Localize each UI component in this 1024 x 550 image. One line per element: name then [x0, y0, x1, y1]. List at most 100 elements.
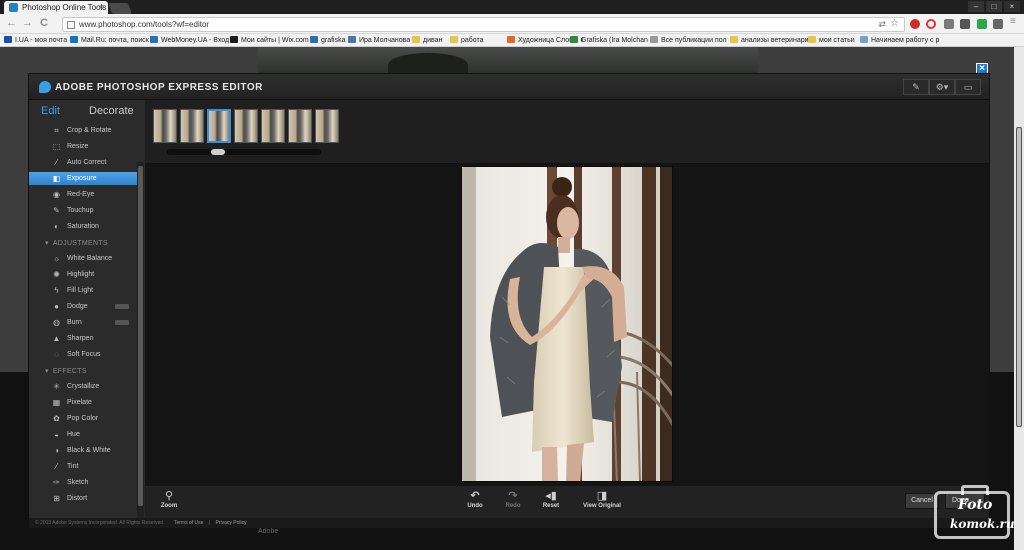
- terms-link[interactable]: Terms of Use: [174, 520, 203, 526]
- section-header[interactable]: EFFECTS: [45, 367, 87, 375]
- undo-button[interactable]: ↶ Undo: [463, 490, 487, 509]
- watermark-line2: komok.ru: [950, 517, 1015, 531]
- bookmark-item[interactable]: диван: [412, 36, 442, 44]
- tool-distort[interactable]: ⊞ Distort: [29, 492, 137, 505]
- minimize-button[interactable]: –: [968, 1, 984, 12]
- tool-crop-rotate[interactable]: ⌗ Crop & Rotate: [29, 124, 137, 137]
- tool-highlight[interactable]: ✺ Highlight: [29, 268, 137, 281]
- extension-s-icon[interactable]: [944, 19, 954, 29]
- photo-thumbnail[interactable]: [153, 109, 177, 143]
- filmstrip-scrollbar[interactable]: [167, 149, 321, 155]
- bookmark-item[interactable]: WebMoney.UA - Вход: [150, 36, 229, 44]
- back-button[interactable]: ←: [6, 17, 17, 29]
- tool-exposure[interactable]: ◧ Exposure: [29, 172, 137, 185]
- view-original-button[interactable]: ◨ View Original: [577, 490, 627, 509]
- bookmark-item[interactable]: Ира Молчанова: [348, 36, 410, 44]
- bookmark-label: I.UA - моя почта: [15, 37, 68, 44]
- tool-soft-focus[interactable]: ◌ Soft Focus: [29, 348, 137, 361]
- tool-icon: ϟ: [54, 286, 59, 295]
- page-scrollbar-thumb[interactable]: [1016, 127, 1022, 427]
- maximize-button[interactable]: □: [986, 1, 1002, 12]
- tools-scrollbar[interactable]: [137, 162, 144, 518]
- tool-icon: ◧: [52, 174, 61, 183]
- watermark-line1: Foto: [958, 497, 993, 513]
- photo-thumbnail[interactable]: [288, 109, 312, 143]
- tool-pixelate[interactable]: ▦ Pixelate: [29, 396, 137, 409]
- tool-burn[interactable]: ◍ Burn: [29, 316, 137, 329]
- extension-chat-icon[interactable]: [960, 19, 970, 29]
- tool-label: Auto Correct: [67, 159, 107, 166]
- extension-gray-icon[interactable]: [993, 19, 1003, 29]
- tool-sharpen[interactable]: ▲ Sharpen: [29, 332, 137, 345]
- bookmark-item[interactable]: анализы ветеринари: [730, 36, 809, 44]
- photo-thumbnail[interactable]: [180, 109, 204, 143]
- browser-tab[interactable]: Photoshop Online Tools ×: [4, 1, 108, 14]
- tool-touchup[interactable]: ✎ Touchup: [29, 204, 137, 217]
- photo-thumbnail[interactable]: [207, 109, 231, 143]
- tool-auto-correct[interactable]: ⁄ Auto Correct: [29, 156, 137, 169]
- bookmark-label: работа: [461, 37, 484, 44]
- bookmark-item[interactable]: Мои сайты | Wix.com: [230, 36, 309, 44]
- tool-tint[interactable]: ⁄ Tint: [29, 460, 137, 473]
- tool-icon: ●: [54, 302, 59, 311]
- tool-label: Red-Eye: [67, 191, 95, 198]
- bookmark-favicon-icon: [70, 36, 78, 43]
- settings-button[interactable]: ⚙▾: [929, 79, 955, 95]
- bookmark-item[interactable]: Grafiska (Ira Molchan: [570, 36, 648, 44]
- tool-red-eye[interactable]: ◉ Red-Eye: [29, 188, 137, 201]
- editor-footer: © 2013 Adobe Systems Incorporated. All R…: [29, 518, 989, 528]
- menu-icon[interactable]: ≡: [1010, 16, 1016, 27]
- bookmark-star-icon[interactable]: ☆: [890, 18, 899, 29]
- tool-label: Hue: [67, 431, 80, 438]
- translate-icon[interactable]: ⇄: [878, 19, 886, 30]
- tool-black-white[interactable]: ◑ Black & White: [29, 444, 137, 457]
- photo-thumbnail[interactable]: [315, 109, 339, 143]
- tool-pop-color[interactable]: ✿ Pop Color: [29, 412, 137, 425]
- reset-button[interactable]: ◂▮ Reset: [537, 490, 565, 509]
- zoom-button[interactable]: ⚲ Zoom: [157, 490, 181, 509]
- window-close-button[interactable]: ×: [1004, 1, 1020, 12]
- tool-white-balance[interactable]: ☼ White Balance: [29, 252, 137, 265]
- bookmark-item[interactable]: работа: [450, 36, 484, 44]
- bookmark-item[interactable]: grafiska: [310, 36, 346, 44]
- extension-adblock-icon[interactable]: [910, 19, 920, 29]
- bookmark-item[interactable]: I.UA - моя почта: [4, 36, 67, 44]
- tools-scrollbar-thumb[interactable]: [138, 166, 143, 506]
- reload-button[interactable]: C: [40, 17, 48, 29]
- url-text: www.photoshop.com/tools?wf=editor: [79, 20, 210, 29]
- tool-saturation[interactable]: ◐ Saturation: [29, 220, 137, 233]
- filmstrip-scrollbar-thumb[interactable]: [211, 149, 225, 155]
- tab-close-icon[interactable]: ×: [99, 2, 104, 12]
- extension-green-icon[interactable]: [977, 19, 987, 29]
- bookmark-item[interactable]: Все публикации пол: [650, 36, 727, 44]
- tool-resize[interactable]: ⬚ Resize: [29, 140, 137, 153]
- tool-label: Distort: [67, 495, 88, 502]
- pen-tool-button[interactable]: ✎: [903, 79, 929, 95]
- photo-thumbnail[interactable]: [261, 109, 285, 143]
- page-scrollbar[interactable]: [1014, 47, 1024, 550]
- bookmark-item[interactable]: мои статьи: [808, 36, 855, 44]
- tab-edit[interactable]: Edit: [41, 105, 60, 117]
- address-bar[interactable]: www.photoshop.com/tools?wf=editor ⇄ ☆: [62, 17, 905, 32]
- photo-thumbnail[interactable]: [234, 109, 258, 143]
- redo-button[interactable]: ↷ Redo: [501, 490, 525, 509]
- tool-hue[interactable]: ◒ Hue: [29, 428, 137, 441]
- tool-sketch[interactable]: ✑ Sketch: [29, 476, 137, 489]
- bookmark-item[interactable]: Начинаем работу с р: [860, 36, 939, 44]
- tool-label: Highlight: [67, 271, 95, 278]
- tool-icon: ▦: [52, 398, 61, 407]
- bookmark-item[interactable]: Mail.Ru: почта, поиск: [70, 36, 149, 44]
- tool-crystallize[interactable]: ✳ Crystallize: [29, 380, 137, 393]
- tool-dodge[interactable]: ● Dodge: [29, 300, 137, 313]
- tab-decorate[interactable]: Decorate: [89, 105, 134, 117]
- extension-opera-icon[interactable]: [926, 19, 936, 29]
- photo-canvas[interactable]: [461, 166, 673, 482]
- section-header[interactable]: ADJUSTMENTS: [45, 239, 108, 247]
- zoom-label: Zoom: [160, 503, 178, 509]
- fullscreen-button[interactable]: ▭: [955, 79, 981, 95]
- forward-button[interactable]: →: [22, 17, 33, 29]
- bookmark-favicon-icon: [730, 36, 738, 43]
- tool-fill-light[interactable]: ϟ Fill Light: [29, 284, 137, 297]
- new-tab-button[interactable]: [107, 3, 133, 14]
- privacy-link[interactable]: Privacy Policy: [216, 520, 247, 526]
